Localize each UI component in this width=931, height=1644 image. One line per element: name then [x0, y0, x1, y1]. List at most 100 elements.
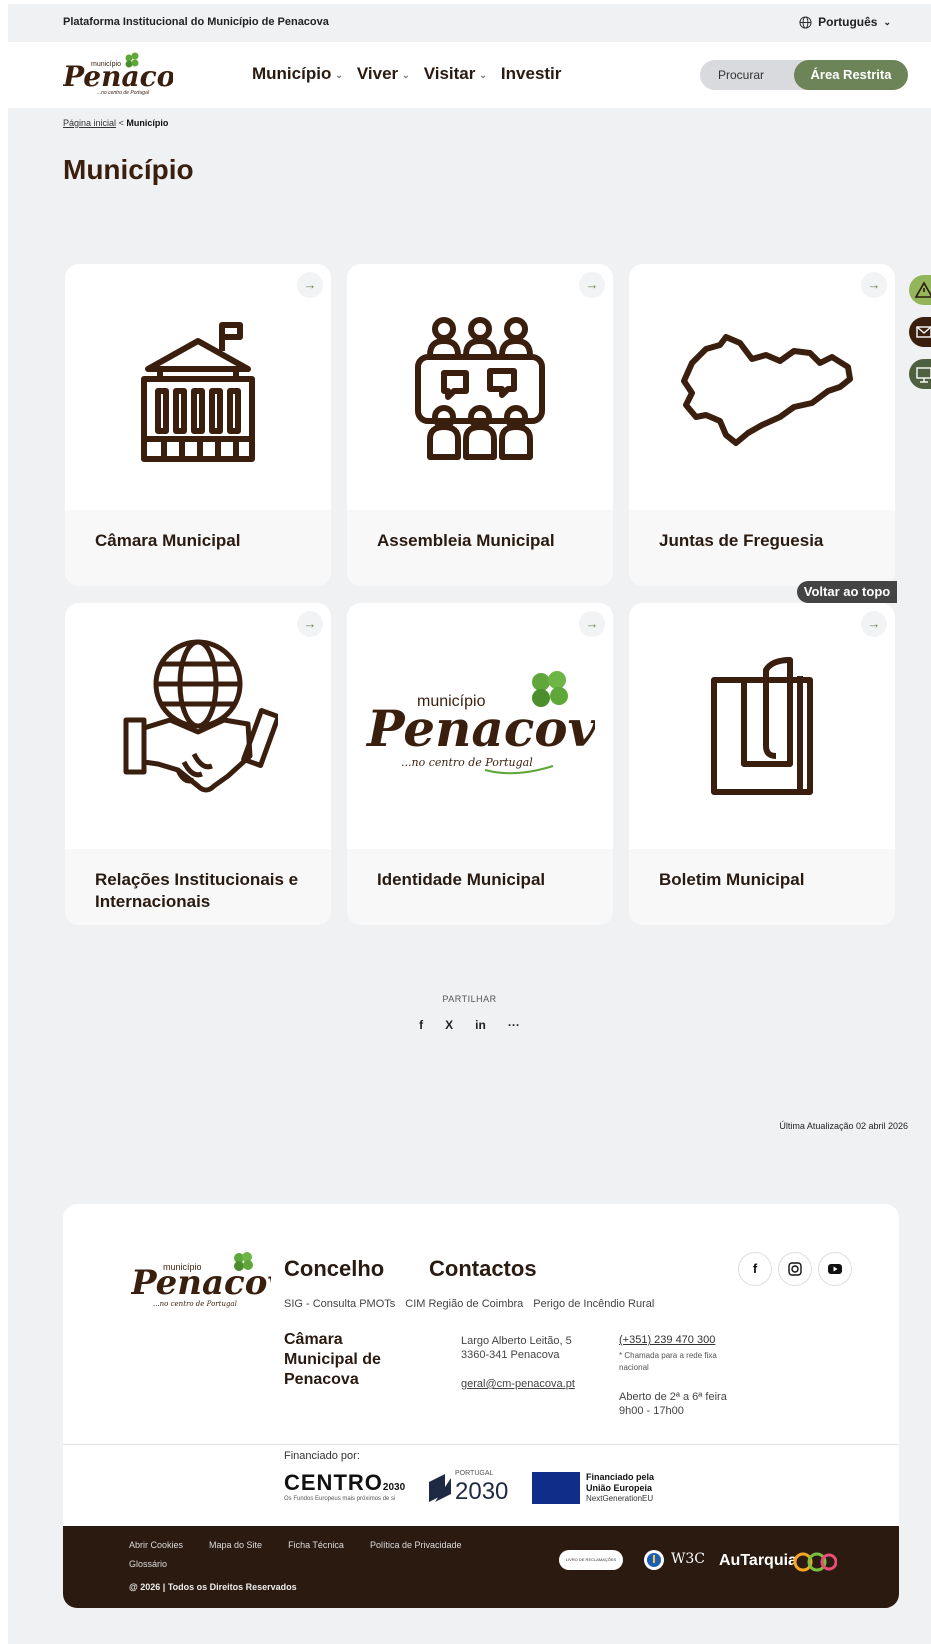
breadcrumb-separator: <: [118, 118, 124, 128]
arrow-right-icon[interactable]: →: [861, 611, 887, 637]
card-boletim-municipal[interactable]: Boletim Municipal →: [629, 603, 895, 925]
breadcrumb: Página inicial < Município: [63, 118, 168, 128]
arrow-right-icon[interactable]: →: [297, 272, 323, 298]
centro-text: CENTRO: [284, 1470, 383, 1495]
svg-text:município: município: [417, 693, 486, 710]
map-outline-icon: [681, 334, 853, 446]
footer-logo[interactable]: Penacova município ...no centro de Portu…: [130, 1250, 309, 1310]
language-selector[interactable]: Português ⌄: [799, 15, 891, 29]
footer-link[interactable]: SIG - Consulta PMOTs: [284, 1298, 395, 1310]
mail-side-button[interactable]: [909, 317, 931, 347]
instagram-icon[interactable]: [778, 1252, 812, 1286]
bottom-link[interactable]: Política de Privacidade: [370, 1540, 462, 1550]
monitor-icon: [916, 367, 931, 383]
bottom-link[interactable]: Mapa do Site: [209, 1540, 262, 1550]
warning-icon: [914, 281, 931, 298]
mail-icon: [916, 326, 931, 338]
portugal-small-text: PORTUGAL: [455, 1470, 494, 1477]
card-image: [65, 264, 331, 510]
card-label: Relações Institucionais e Internacionais: [95, 870, 299, 911]
svg-text:município: município: [91, 61, 121, 68]
footer: Penacova município ...no centro de Portu…: [63, 1204, 899, 1608]
eu-logo: Financiado pela União Europeia NextGener…: [532, 1472, 672, 1508]
arrow-right-icon[interactable]: →: [579, 611, 605, 637]
linkedin-share-icon[interactable]: in: [475, 1018, 486, 1032]
glossary-link[interactable]: Glossário: [129, 1559, 167, 1569]
arrow-right-icon[interactable]: →: [861, 272, 887, 298]
w3c-text: W3C: [671, 1551, 706, 1567]
arrow-right-icon[interactable]: →: [579, 272, 605, 298]
nav-label: Investir: [500, 64, 562, 83]
screen-side-button[interactable]: [909, 359, 931, 389]
hours-days: Aberto de 2ª a 6ª feira: [619, 1391, 727, 1403]
globe-icon: [799, 15, 812, 29]
footer-link[interactable]: Perigo de Incêndio Rural: [533, 1298, 654, 1310]
breadcrumb-home-link[interactable]: Página inicial: [63, 118, 116, 128]
copyright-text: @ 2026 | Todos os Direitos Reservados: [129, 1582, 297, 1592]
bottom-link[interactable]: Ficha Técnica: [288, 1540, 344, 1550]
footer-phone-link[interactable]: (+351) 239 470 300: [619, 1334, 715, 1346]
main-nav: Município ⌄ Viver ⌄ Visitar ⌄ Investir: [252, 64, 561, 84]
financed-by-label: Financiado por:: [284, 1450, 360, 1462]
breadcrumb-current: Município: [126, 118, 169, 128]
nav-item-municipio[interactable]: Município ⌄: [252, 64, 343, 84]
site-logo[interactable]: Penacova município ...no centro de Portu…: [62, 50, 210, 100]
card-relacoes-institucionais[interactable]: Relações Institucionais e Internacionais…: [65, 603, 331, 925]
card-label: Assembleia Municipal: [377, 531, 555, 550]
last-update-text: Última Atualização 02 abril 2026: [779, 1121, 908, 1131]
town-hall-icon: [141, 322, 255, 462]
card-image: [347, 264, 613, 510]
card-identidade-municipal[interactable]: Penacova município ...no centro de Portu…: [347, 603, 613, 925]
footer-contactos-heading[interactable]: Contactos: [429, 1256, 537, 1282]
eu-line-2: União Europeia: [586, 1483, 653, 1493]
eu-line-3: NextGenerationEU: [586, 1494, 654, 1503]
address-line-1: Largo Alberto Leitão, 5: [461, 1335, 572, 1347]
main-header: Penacova município ...no centro de Portu…: [8, 42, 931, 108]
page-title: Município: [63, 154, 194, 185]
footer-phone-note: * Chamada para a rede fixa nacional: [619, 1351, 717, 1372]
facebook-icon[interactable]: f: [738, 1252, 772, 1286]
share-label: PARTILHAR: [442, 994, 497, 1004]
top-bar: Plataforma Institucional do Município de…: [8, 4, 931, 42]
bottom-link[interactable]: Abrir Cookies: [129, 1540, 183, 1550]
centro-year-text: 2030: [382, 1482, 406, 1493]
youtube-icon[interactable]: [818, 1252, 852, 1286]
footer-link[interactable]: CIM Região de Coimbra: [405, 1298, 523, 1310]
back-to-top-button[interactable]: Voltar ao topo: [797, 581, 897, 603]
nav-label: Município: [252, 64, 332, 83]
card-assembleia-municipal[interactable]: Assembleia Municipal →: [347, 264, 613, 586]
x-share-icon[interactable]: X: [445, 1018, 453, 1032]
bulletin-icon: [711, 657, 813, 795]
nav-label: Viver: [356, 64, 399, 83]
footer-email-link[interactable]: geral@cm-penacova.pt: [461, 1378, 575, 1390]
alert-side-button[interactable]: [909, 275, 931, 305]
card-label: Identidade Municipal: [377, 870, 546, 889]
svg-text:...no centro de Portugal: ...no centro de Portugal: [153, 1300, 237, 1308]
svg-text:município: município: [163, 1262, 202, 1272]
svg-text:...no centro de Portugal: ...no centro de Portugal: [97, 90, 150, 96]
institutional-title: Plataforma Institucional do Município de…: [63, 16, 329, 28]
nav-item-viver[interactable]: Viver ⌄: [357, 64, 410, 84]
card-camara-municipal[interactable]: Câmara Municipal →: [65, 264, 331, 586]
chevron-down-icon: ⌄: [883, 16, 891, 27]
address-line-2: 3360-341 Penacova: [461, 1349, 560, 1361]
nav-item-visitar[interactable]: Visitar ⌄: [424, 64, 487, 84]
restricted-area-button[interactable]: Área Restrita: [794, 60, 908, 90]
footer-concelho-heading[interactable]: Concelho: [284, 1256, 384, 1282]
arrow-right-icon[interactable]: →: [297, 611, 323, 637]
card-juntas-freguesia[interactable]: Juntas de Freguesia →: [629, 264, 895, 586]
card-image: Penacova município ...no centro de Portu…: [347, 603, 613, 849]
eu-line-1: Financiado pela: [586, 1472, 655, 1482]
autarquia360-logo[interactable]: AuTarquia: [719, 1546, 839, 1576]
w3c-logo[interactable]: W3C: [643, 1548, 706, 1572]
portugal2030-text: 2030: [455, 1478, 509, 1505]
more-share-icon[interactable]: ···: [508, 1018, 520, 1032]
footer-links: SIG - Consulta PMOTs CIM Região de Coimb…: [284, 1298, 654, 1310]
footer-divider: [63, 1444, 899, 1445]
card-image: [65, 603, 331, 849]
nav-item-investir[interactable]: Investir: [501, 64, 561, 84]
language-label: Português: [818, 15, 878, 29]
livro-reclamacoes-logo[interactable]: LIVRO DE RECLAMAÇÕES: [559, 1550, 623, 1570]
share-icons: f X in ···: [8, 1018, 931, 1032]
facebook-share-icon[interactable]: f: [419, 1018, 423, 1032]
